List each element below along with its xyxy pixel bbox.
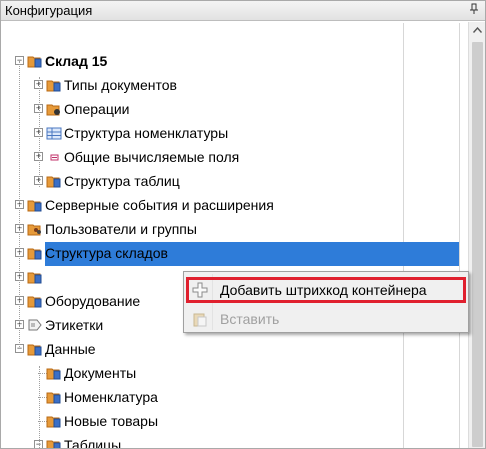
tree-item[interactable]: + Общие вычисляемые поля <box>1 145 466 169</box>
tree-item-label: Структура таблиц <box>64 173 180 189</box>
label-icon <box>27 317 43 333</box>
folder-icon <box>46 389 62 405</box>
tree-item[interactable]: Номенклатура <box>1 385 466 409</box>
folder-icon <box>27 245 43 261</box>
tree-item-label: Склад 15 <box>45 53 108 69</box>
tree-item[interactable]: + Пользователи и группы <box>1 217 466 241</box>
tree-item-label: Таблицы <box>64 437 122 449</box>
folder-icon <box>46 437 62 448</box>
scroll-up-button[interactable] <box>469 22 485 39</box>
tree-item[interactable]: + Структура складов <box>1 241 466 265</box>
tree-item-label: Пользователи и группы <box>45 221 197 237</box>
menu-item-label: Добавить штрихкод контейнера <box>220 282 427 298</box>
tree-connector <box>19 61 20 347</box>
tree-item-label: Штрихкоды контей <box>45 269 167 285</box>
scrollbar-thumb[interactable] <box>472 42 483 447</box>
tree-item-label: Документы <box>64 365 137 381</box>
tree-connector <box>39 77 40 187</box>
tree-item[interactable]: − Склад 15 <box>1 49 466 73</box>
tree-item-label: Типы документов <box>64 77 177 93</box>
tree-item[interactable]: − Таблицы <box>1 433 466 449</box>
paste-icon <box>192 311 208 327</box>
folder-icon <box>27 269 43 285</box>
menu-item-label: Вставить <box>220 311 280 327</box>
folder-icon <box>46 77 62 93</box>
folder-icon <box>46 365 62 381</box>
folder-icon <box>27 341 43 357</box>
menu-item-add-container-barcode[interactable]: Добавить штрихкод контейнера <box>186 277 466 303</box>
configuration-panel: Конфигурация − Склад 15 + Типы документов + О… <box>0 0 486 449</box>
vertical-scrollbar[interactable] <box>468 22 485 448</box>
tree-item[interactable]: Документы <box>1 361 466 385</box>
folder-icon <box>27 53 43 69</box>
tree-item[interactable]: + Структура номенклатуры <box>1 121 466 145</box>
panel-titlebar: Конфигурация <box>1 1 485 21</box>
tree-item-label: Общие вычисляемые поля <box>64 149 240 165</box>
tree-item-label: Серверные события и расширения <box>45 197 274 213</box>
tree-item-label: Новые товары <box>64 413 159 429</box>
tree-item[interactable]: + Структура таблиц <box>1 169 466 193</box>
tree-item-label: Операции <box>64 101 130 117</box>
tree-connector <box>39 366 40 448</box>
tree-item[interactable]: + Типы документов <box>1 73 466 97</box>
plus-icon <box>192 282 208 298</box>
tree-item[interactable]: − Данные <box>1 337 466 361</box>
folder-icon <box>27 197 43 213</box>
tree-item[interactable]: Новые товары <box>1 409 466 433</box>
field-icon <box>46 149 62 165</box>
tree-item[interactable]: + Операции <box>1 97 466 121</box>
users-icon <box>27 221 43 237</box>
tree-item-label: Данные <box>45 341 96 357</box>
folder-icon <box>46 413 62 429</box>
operations-icon <box>46 101 62 117</box>
tree-item[interactable]: + Серверные события и расширения <box>1 193 466 217</box>
tree-item-label: Номенклатура <box>64 389 158 405</box>
context-menu: Добавить штрихкод контейнера Вставить <box>183 271 469 333</box>
table-icon <box>46 125 62 141</box>
tree-item-label: Этикетки <box>45 317 104 333</box>
folder-icon <box>27 293 43 309</box>
menu-item-paste[interactable]: Вставить <box>186 306 466 332</box>
pin-icon[interactable] <box>469 3 479 18</box>
tree-item-label: Структура номенклатуры <box>64 125 229 141</box>
panel-title: Конфигурация <box>5 3 93 18</box>
tree-item-label: Структура складов <box>45 245 168 261</box>
folder-icon <box>46 173 62 189</box>
tree-item-label: Оборудование <box>45 293 141 309</box>
